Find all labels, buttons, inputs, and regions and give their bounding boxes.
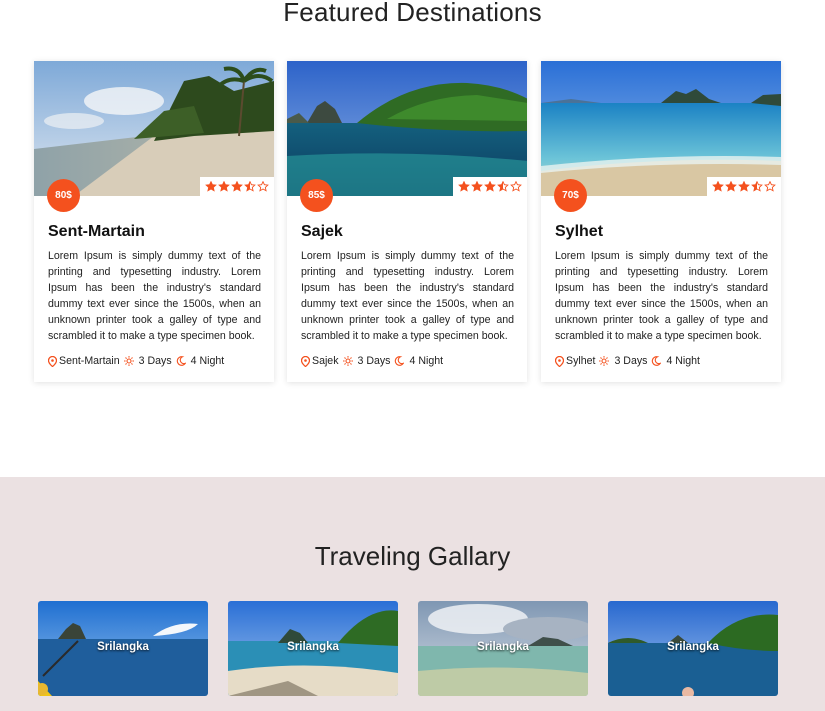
- rating-stars: [453, 177, 527, 196]
- price-badge: 85$: [300, 179, 333, 212]
- star-icon: [712, 181, 724, 192]
- star-icon: [244, 181, 256, 192]
- card-description: Lorem Ipsum is simply dummy text of the …: [555, 250, 768, 343]
- star-icon: [510, 181, 522, 192]
- destination-card[interactable]: 85$ Sajek Lorem Ipsum is simply dummy te…: [287, 61, 527, 382]
- map-pin-icon: [301, 355, 310, 367]
- star-icon: [497, 181, 509, 192]
- star-icon: [764, 181, 776, 192]
- card-title[interactable]: Sajek: [301, 223, 343, 241]
- days-label: 3 Days: [614, 355, 648, 367]
- nights-label: 4 Night: [666, 355, 701, 367]
- star-icon: [738, 181, 750, 192]
- destination-card[interactable]: 80$ Sent-Martain Lorem Ipsum is simply d…: [34, 61, 274, 382]
- gallery-item[interactable]: Srilangka: [608, 601, 778, 696]
- gallery-label: Srilangka: [97, 641, 149, 653]
- nights-label: 4 Night: [409, 355, 444, 367]
- star-icon: [257, 181, 269, 192]
- gallery-label: Srilangka: [667, 641, 719, 653]
- card-meta: Sylhet 3 Days 4 Night: [555, 355, 700, 367]
- gallery-label: Srilangka: [287, 641, 339, 653]
- card-meta: Sent-Martain 3 Days 4 Night: [48, 355, 224, 367]
- moon-icon: [652, 356, 662, 366]
- sun-icon: [599, 356, 610, 366]
- days-label: 3 Days: [357, 355, 391, 367]
- star-icon: [484, 181, 496, 192]
- rating-stars: [200, 177, 274, 196]
- card-title[interactable]: Sylhet: [555, 223, 603, 241]
- star-icon: [751, 181, 763, 192]
- price-badge: 80$: [47, 179, 80, 212]
- days-label: 3 Days: [138, 355, 172, 367]
- destination-card[interactable]: 70$ Sylhet Lorem Ipsum is simply dummy t…: [541, 61, 781, 382]
- star-icon: [231, 181, 243, 192]
- traveling-gallery-section: Traveling Gallary Srilangka Srilangka Sr…: [0, 477, 825, 711]
- destination-image: [34, 61, 274, 196]
- location-label: Sylhet: [566, 355, 596, 367]
- destination-image: [287, 61, 527, 196]
- nights-label: 4 Night: [190, 355, 225, 367]
- card-description: Lorem Ipsum is simply dummy text of the …: [48, 250, 261, 343]
- gallery-item[interactable]: Srilangka: [418, 601, 588, 696]
- gallery-item[interactable]: Srilangka: [228, 601, 398, 696]
- map-pin-icon: [48, 355, 57, 367]
- gallery-item[interactable]: Srilangka: [38, 601, 208, 696]
- destination-image: [541, 61, 781, 196]
- gallery-title: Traveling Gallary: [314, 541, 511, 571]
- location-label: Sent-Martain: [59, 355, 120, 367]
- star-icon: [471, 181, 483, 192]
- sun-icon: [342, 356, 353, 366]
- gallery-label: Srilangka: [477, 641, 529, 653]
- card-meta: Sajek 3 Days 4 Night: [301, 355, 443, 367]
- sun-icon: [123, 356, 134, 366]
- rating-stars: [707, 177, 781, 196]
- star-icon: [205, 181, 217, 192]
- moon-icon: [395, 356, 405, 366]
- price-badge: 70$: [554, 179, 587, 212]
- star-icon: [725, 181, 737, 192]
- moon-icon: [176, 356, 186, 366]
- star-icon: [458, 181, 470, 192]
- card-description: Lorem Ipsum is simply dummy text of the …: [301, 250, 514, 343]
- card-title[interactable]: Sent-Martain: [48, 223, 145, 241]
- location-label: Sajek: [312, 355, 339, 367]
- map-pin-icon: [555, 355, 564, 367]
- featured-destinations-title: Featured Destinations: [283, 0, 542, 27]
- star-icon: [218, 181, 230, 192]
